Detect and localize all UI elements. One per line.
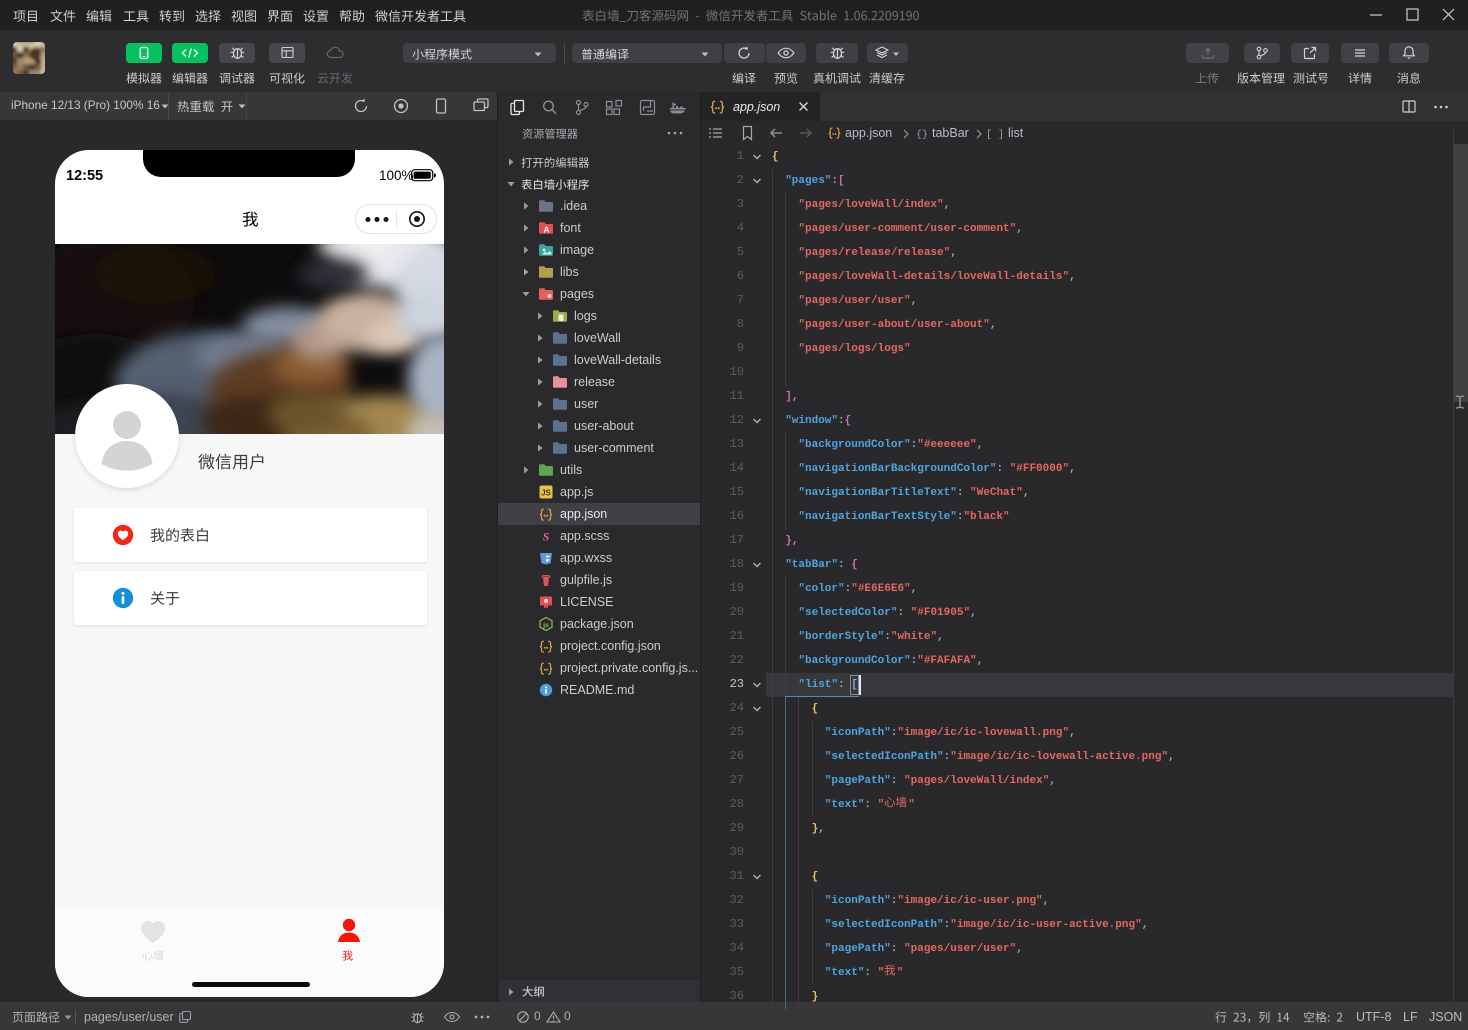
svg-text:{}: {} bbox=[916, 129, 928, 139]
svg-text:js: js bbox=[542, 622, 549, 629]
svg-text:S: S bbox=[543, 530, 550, 544]
svg-text:A: A bbox=[544, 226, 550, 235]
svg-text:JS: JS bbox=[541, 489, 551, 498]
svg-text:[ ]: [ ] bbox=[987, 129, 1003, 139]
